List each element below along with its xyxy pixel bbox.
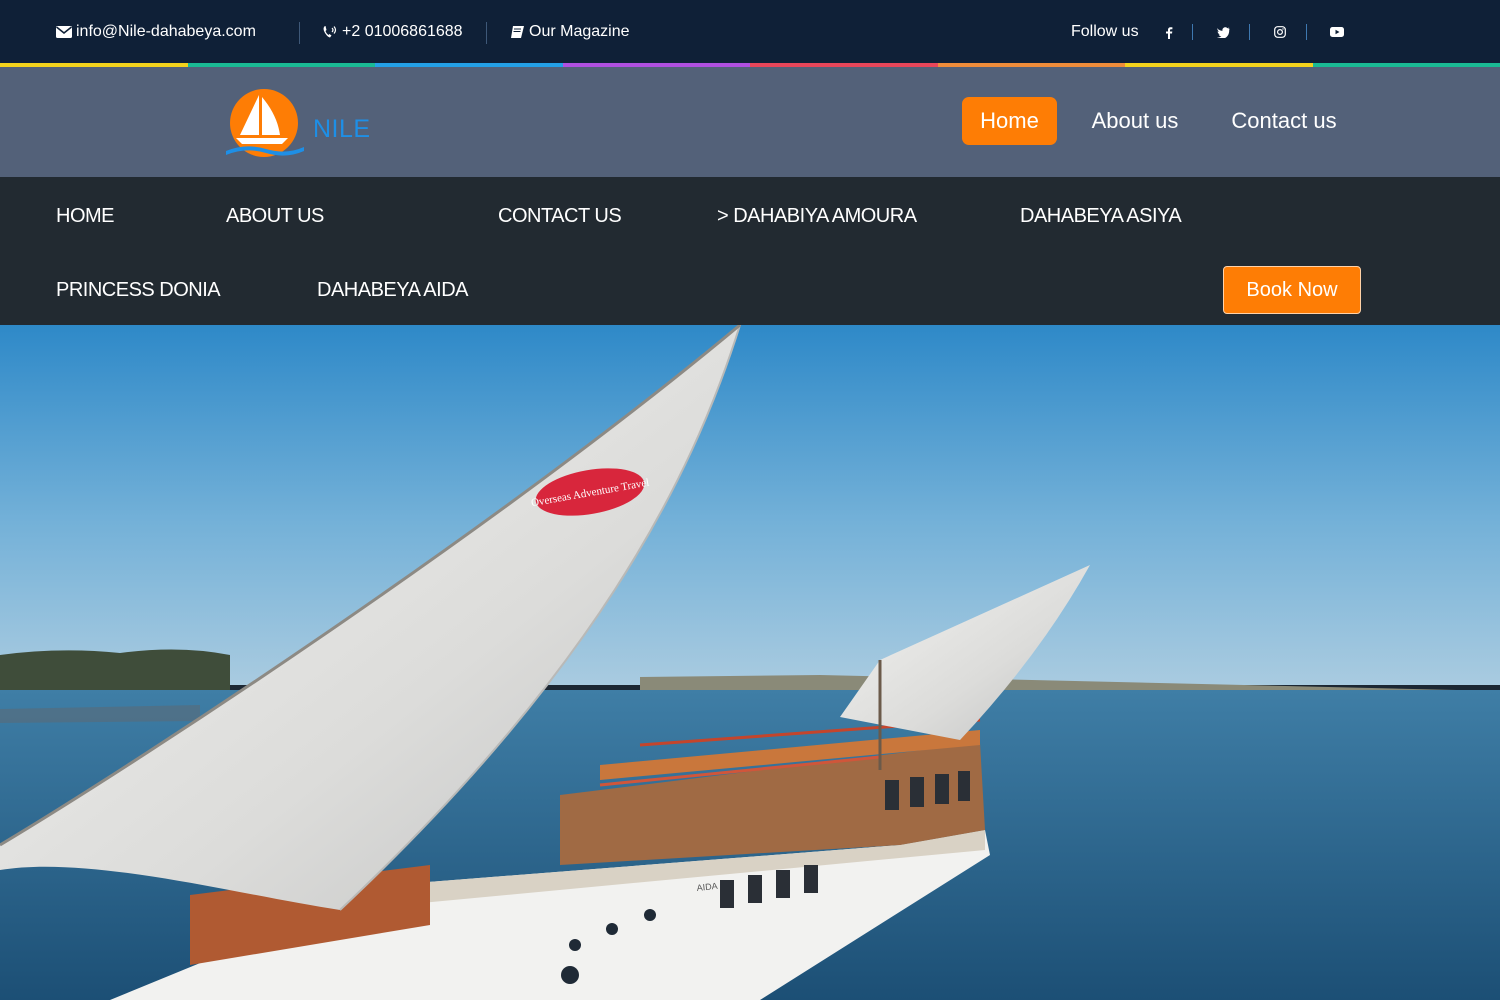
menu-item-dahabeya-aida[interactable]: DAHABEYA AIDA <box>317 275 468 305</box>
menu-item-about-us[interactable]: ABOUT US <box>226 201 324 231</box>
logo-text: NILE <box>313 115 371 143</box>
hero-image: Overseas Adventure Travel AIDA <box>0 325 1500 1000</box>
top-bar: info@Nile-dahabeya.com +2 01006861688 Ou… <box>0 0 1500 63</box>
menu-item-dahabeya-asiya[interactable]: DAHABEYA ASIYA <box>1020 201 1182 231</box>
header-nav-home[interactable]: Home <box>962 97 1057 145</box>
divider <box>1306 24 1307 40</box>
main-menu: HOME ABOUT US CONTACT US > DAHABIYA AMOU… <box>0 177 1500 325</box>
book-now-button[interactable]: Book Now <box>1223 266 1361 314</box>
header-nav-contact-us[interactable]: Contact us <box>1222 97 1346 145</box>
facebook-icon[interactable] <box>1159 22 1179 42</box>
menu-item-dahabiya-amoura[interactable]: > DAHABIYA AMOURA <box>717 201 917 231</box>
twitter-icon[interactable] <box>1213 22 1233 42</box>
menu-item-princess-donia[interactable]: PRINCESS DONIA <box>56 275 221 305</box>
follow-us-label: Follow us <box>1071 22 1139 40</box>
youtube-icon[interactable] <box>1327 22 1347 42</box>
magazine-link[interactable]: Our Magazine <box>510 0 630 63</box>
phone-icon <box>323 25 337 37</box>
envelope-icon <box>56 25 72 38</box>
instagram-icon[interactable] <box>1270 22 1290 42</box>
phone-text: +2 01006861688 <box>342 22 463 40</box>
divider <box>299 22 300 44</box>
menu-item-home[interactable]: HOME <box>56 201 115 231</box>
divider <box>1249 24 1250 40</box>
menu-item-contact-us[interactable]: CONTACT US <box>498 201 622 231</box>
header-nav-about-us[interactable]: About us <box>1080 97 1190 145</box>
email-text: info@Nile-dahabeya.com <box>76 22 256 40</box>
email-link[interactable]: info@Nile-dahabeya.com <box>56 0 256 63</box>
book-icon <box>511 25 524 38</box>
divider <box>1192 24 1193 40</box>
divider <box>486 22 487 44</box>
site-header: NILE Home About us Contact us <box>0 67 1500 177</box>
phone-link[interactable]: +2 01006861688 <box>322 0 463 63</box>
magazine-text: Our Magazine <box>529 22 630 40</box>
